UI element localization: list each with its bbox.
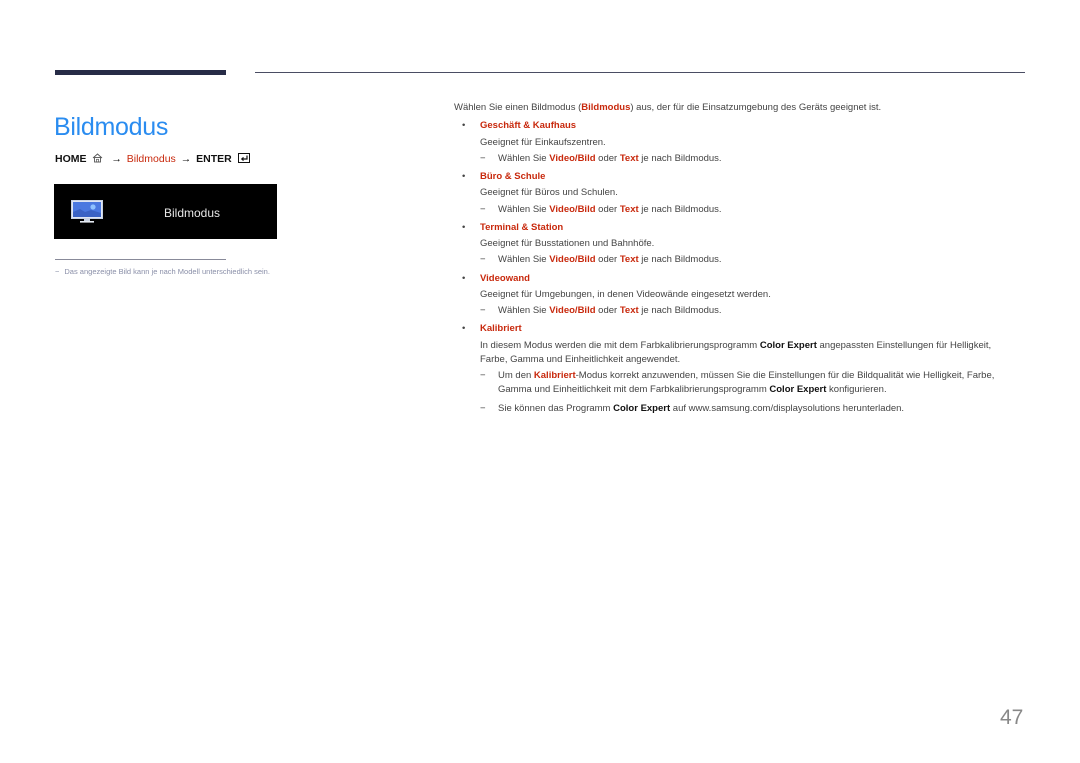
note-text: auf www.samsung.com/displaysolutions her… — [670, 402, 905, 414]
mode-description: Geeignet für Umgebungen, in denen Videow… — [480, 288, 771, 300]
note-keyword: Color Expert — [613, 402, 671, 414]
intro-keyword: Bildmodus — [581, 102, 631, 113]
mode-item-kalibriert: • Kalibriert In diesem Modus werden die … — [454, 322, 1014, 416]
intro-paragraph: Wählen Sie einen Bildmodus (Bildmodus) a… — [454, 101, 1014, 115]
mode-item: • Geschäft & Kaufhaus Geeignet für Einkauf… — [454, 119, 1014, 166]
mode-list: • Geschäft & Kaufhaus Geeignet für Einkauf… — [454, 119, 1014, 318]
page-number: 47 — [1000, 706, 1024, 729]
enter-icon — [237, 153, 250, 163]
note-text: Sie können das Programm — [498, 402, 614, 414]
bullet: • — [462, 323, 466, 335]
footnote-divider — [55, 259, 226, 260]
mode-item: • Büro & Schule Geeignet für Büros und Sch… — [454, 170, 1014, 217]
note-keyword: Text — [619, 152, 639, 164]
menu-path-arrow: → — [111, 153, 122, 165]
menu-path-enter: ENTER — [196, 153, 232, 165]
note-keyword: Video/Bild — [549, 305, 596, 316]
note-text: oder — [595, 305, 620, 316]
bullet: • — [462, 272, 466, 284]
mode-title: Videowand — [480, 272, 530, 284]
mode-note: − Um den Kalibriert-Modus korrekt anzuwen… — [480, 369, 1014, 398]
note-text: Wählen Sie — [498, 305, 550, 316]
footnote-dash: − — [55, 267, 60, 276]
desc-text: In diesem Modus werden die mit dem Farbk… — [480, 339, 760, 351]
mode-note: − Wählen Sie Video/Bild oder Text je nach… — [480, 152, 1014, 166]
mode-title: Geschäft & Kaufhaus — [480, 120, 577, 132]
mode-item: • Videowand Geeignet für Umgebungen, in de… — [454, 272, 1014, 319]
note-keyword: Video/Bild — [549, 203, 596, 215]
note-dash: − — [480, 370, 486, 381]
mode-description: In diesem Modus werden die mit dem Farbk… — [480, 339, 1014, 368]
footnote-text: Das angezeigte Bild kann je nach Modell … — [64, 267, 270, 276]
mode-description: Geeignet für Einkaufszentren. — [480, 136, 606, 148]
page-title: Bildmodus — [54, 112, 169, 141]
note-text: je nach Bildmodus. — [638, 203, 722, 215]
mode-note: − Wählen Sie Video/Bild oder Text je nach… — [480, 304, 1014, 318]
note-keyword: Text — [619, 305, 639, 316]
note-keyword: Kalibriert — [533, 370, 576, 381]
osd-menu-preview: Bildmodus — [54, 184, 277, 239]
header-rule-thick — [55, 70, 226, 75]
mode-title: Kalibriert — [480, 323, 522, 335]
bullet: • — [462, 171, 466, 182]
mode-item: • Terminal & Station Geeignet für Busstati… — [454, 221, 1014, 268]
bullet: • — [462, 221, 466, 233]
mode-note: − Wählen Sie Video/Bild oder Text je nach… — [480, 253, 1014, 267]
mode-description: Geeignet für Busstationen und Bahnhöfe. — [480, 238, 655, 249]
note-dash: − — [480, 305, 486, 316]
note-dash: − — [480, 203, 486, 215]
menu-path-arrow: → — [180, 153, 192, 165]
note-text: Wählen Sie — [498, 254, 550, 266]
note-keyword: Video/Bild — [549, 152, 596, 164]
note-dash: − — [480, 254, 486, 266]
mode-description: Geeignet für Büros und Schulen. — [480, 187, 618, 199]
note-text: je nach Bildmodus. — [638, 254, 722, 266]
home-icon — [93, 153, 103, 163]
main-content: Wählen Sie einen Bildmodus (Bildmodus) a… — [454, 101, 1014, 420]
note-text: konfigurieren. — [826, 384, 887, 396]
mode-note: − Wählen Sie Video/Bild oder Text je nach… — [480, 203, 1014, 217]
footnote: − Das angezeigte Bild kann je nach Modell… — [55, 267, 270, 276]
note-text: oder — [595, 152, 620, 164]
desc-keyword: Color Expert — [759, 339, 817, 351]
menu-path-home: HOME — [55, 153, 87, 165]
mode-title: Büro & Schule — [480, 171, 546, 182]
note-keyword: Color Expert — [769, 384, 827, 396]
note-keyword: Text — [619, 254, 639, 266]
menu-path-bildmodus: Bildmodus — [126, 153, 176, 165]
header-rule-thin — [255, 72, 1025, 73]
picture-monitor-icon — [71, 200, 103, 223]
note-keyword: Video/Bild — [549, 254, 596, 266]
note-dash: − — [480, 402, 486, 414]
note-text: je nach Bildmodus. — [638, 152, 722, 164]
note-text: oder — [595, 203, 620, 215]
menu-path: HOME → Bildmodus → ENTER — [55, 153, 250, 165]
note-keyword: Text — [619, 203, 639, 215]
intro-text: Wählen Sie einen Bildmodus ( — [454, 102, 582, 113]
mode-note: − Sie können das Programm Color Expert au… — [480, 402, 1014, 416]
note-text: Wählen Sie — [498, 152, 550, 164]
note-dash: − — [480, 152, 486, 164]
note-text: Um den — [498, 370, 534, 381]
mode-title: Terminal & Station — [480, 221, 564, 233]
note-text: Wählen Sie — [498, 203, 550, 215]
note-text: oder — [595, 254, 620, 266]
bullet: • — [462, 120, 466, 132]
intro-text: ) aus, der für die Einsatzumgebung des G… — [630, 102, 882, 113]
osd-menu-label: Bildmodus — [164, 206, 221, 220]
note-text: je nach Bildmodus. — [638, 305, 722, 316]
